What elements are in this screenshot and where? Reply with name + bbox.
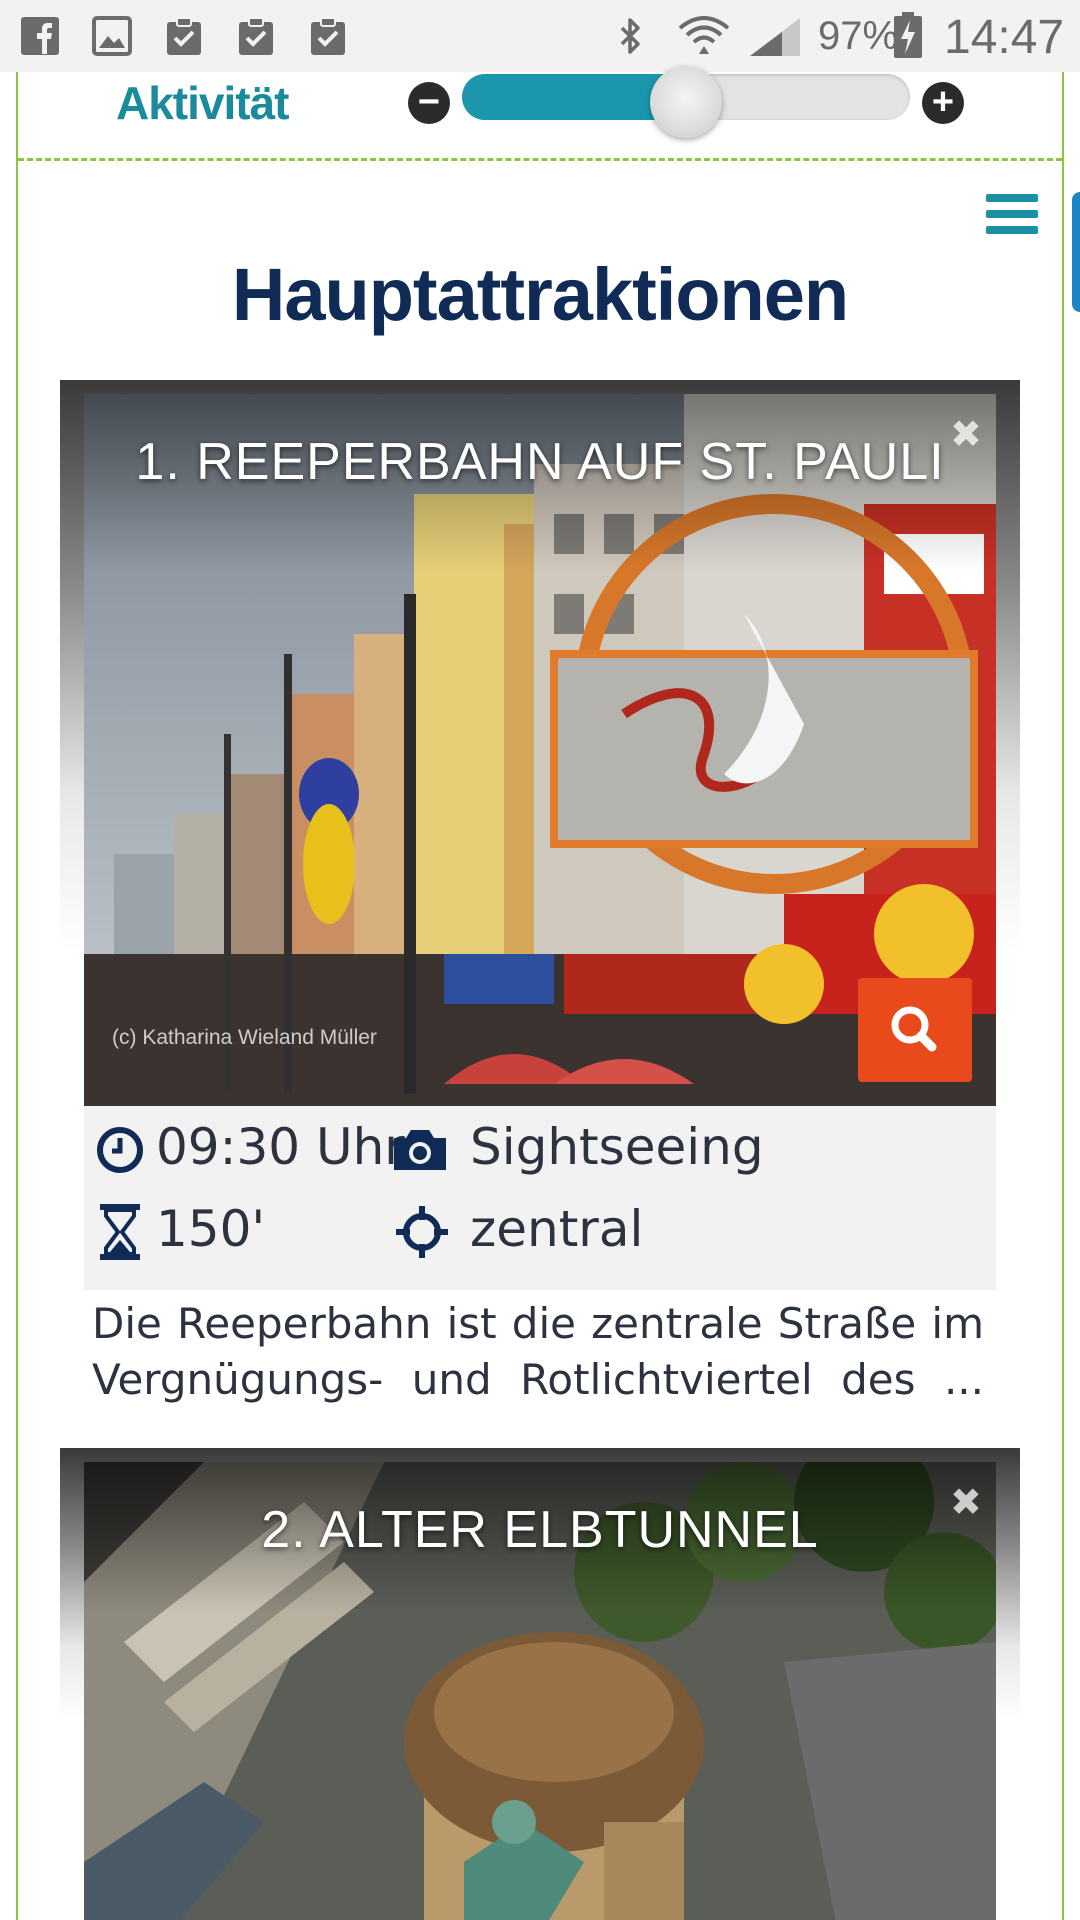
photo-credit: (c) Katharina Wieland Müller	[112, 1026, 377, 1049]
search-icon	[891, 1006, 937, 1052]
attraction-category: Sightseeing	[470, 1118, 764, 1176]
hamburger-menu-icon[interactable]	[986, 194, 1038, 238]
clipboard-check-icon	[167, 17, 201, 55]
status-bar: 97% 14:47	[0, 0, 1080, 72]
attraction-title: 1. REEPERBAHN AUF ST. PAULI	[135, 433, 945, 491]
zoom-button[interactable]	[858, 978, 972, 1082]
clock-icon	[97, 1127, 143, 1173]
camera-icon	[394, 1130, 446, 1170]
info-row: 09:30 Uhr Sightseeing	[84, 1116, 996, 1188]
decrease-activity-button[interactable]: −	[408, 82, 450, 124]
attraction-duration: 150'	[156, 1200, 266, 1258]
page-frame: Aktivität − + Hauptattraktionen 1. REEPE…	[16, 66, 1080, 1920]
clipboard-check-icon	[239, 17, 273, 55]
minus-icon: −	[417, 81, 441, 123]
increase-activity-button[interactable]: +	[922, 82, 964, 124]
facebook-icon	[21, 17, 59, 55]
battery-charging-icon	[894, 12, 922, 58]
signal-icon	[750, 18, 800, 56]
plus-icon: +	[931, 81, 955, 123]
bluetooth-icon	[620, 18, 640, 54]
wifi-icon	[678, 16, 730, 54]
attraction-info-panel: 09:30 Uhr Sightseeing 150' zentral	[84, 1106, 996, 1290]
activity-label: Aktivität	[116, 77, 289, 129]
battery-percent: 97%	[818, 14, 899, 58]
info-row: 150' zentral	[84, 1198, 996, 1270]
attraction-location: zentral	[470, 1200, 644, 1258]
activity-slider-thumb[interactable]	[650, 66, 722, 138]
attraction-title: 2. ALTER ELBTUNNEL	[261, 1501, 819, 1559]
activity-slider-row: Aktivität − +	[18, 66, 1062, 158]
attraction-photo[interactable]: 1. REEPERBAHN AUF ST. PAULI ✖ (c) Kathar…	[84, 394, 996, 1106]
section-divider	[18, 158, 1062, 161]
clipboard-check-icon	[311, 17, 345, 55]
page-title: Hauptattraktionen	[231, 253, 849, 336]
close-icon[interactable]: ✖	[950, 1480, 982, 1525]
crosshair-icon	[396, 1206, 448, 1258]
attraction-time: 09:30 Uhr	[156, 1118, 405, 1176]
attraction-photo[interactable]: 2. ALTER ELBTUNNEL ✖	[84, 1462, 996, 1920]
attraction-card[interactable]: 2. ALTER ELBTUNNEL ✖	[60, 1448, 1020, 1920]
side-panel-tab[interactable]	[1072, 192, 1080, 312]
clock: 14:47	[944, 11, 1065, 64]
image-icon	[92, 16, 132, 56]
attraction-card[interactable]: 1. REEPERBAHN AUF ST. PAULI ✖ (c) Kathar…	[60, 380, 1020, 1420]
close-icon[interactable]: ✖	[950, 412, 982, 457]
hourglass-icon	[100, 1204, 140, 1260]
attraction-description: Die Reeperbahn ist die zentrale Straße i…	[92, 1299, 984, 1404]
